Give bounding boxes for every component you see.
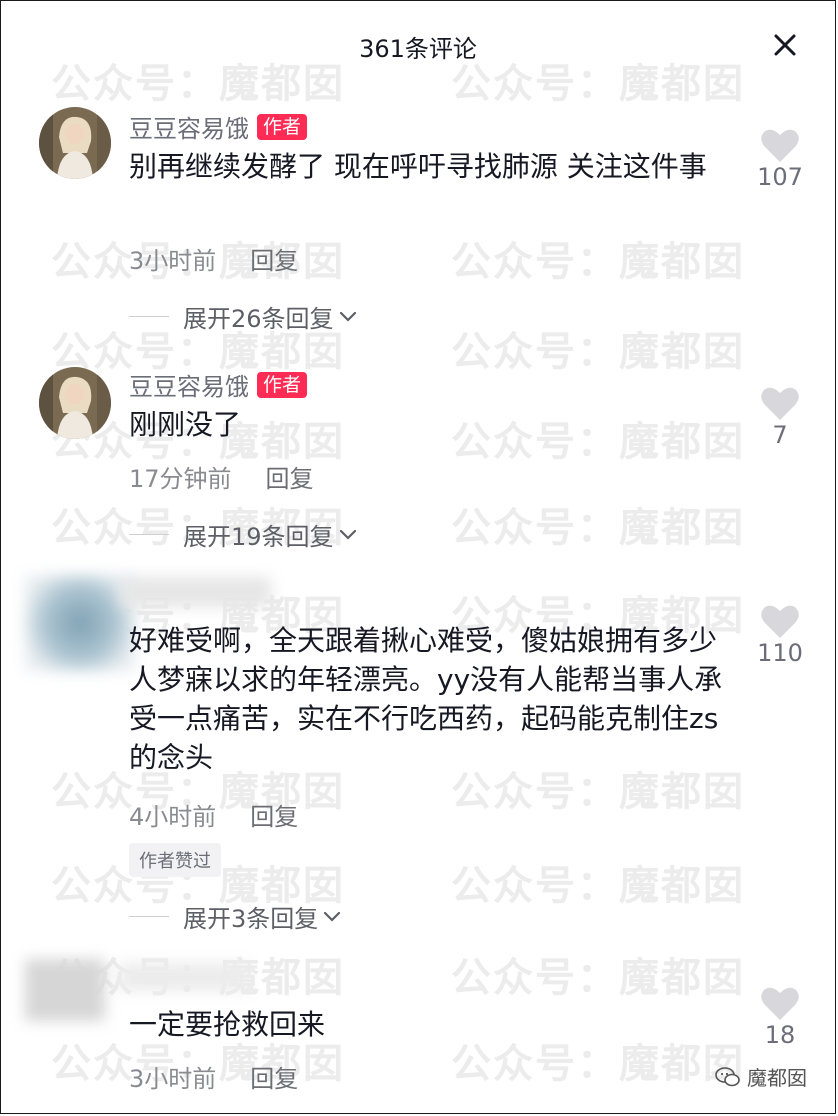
expand-replies-label: 展开19条回复	[183, 523, 334, 551]
liked-by-author-badge: 作者赞过	[129, 843, 221, 877]
comment-text: 好难受啊，全天跟着揪心难受，傻姑娘拥有多少人梦寐以求的年轻漂亮。yy没有人能帮当…	[129, 624, 723, 774]
heart-icon	[761, 387, 799, 420]
like-count: 18	[764, 1021, 796, 1049]
expand-replies-label: 展开26条回复	[183, 305, 334, 333]
blurred-username	[119, 963, 249, 991]
blurred-username	[121, 577, 271, 607]
watermark: 公众号：魔都囡	[451, 329, 745, 375]
like-count: 7	[772, 421, 788, 449]
comments-panel: 公众号：魔都囡 公众号：魔都囡 公众号：魔都囡 公众号：魔都囡 公众号：魔都囡 …	[0, 0, 836, 1114]
watermark: 公众号：魔都囡	[451, 505, 745, 551]
comment-time: 4小时前	[129, 803, 217, 831]
watermark: 公众号：魔都囡	[451, 863, 745, 909]
heart-icon	[761, 605, 799, 638]
comment-count-title: 361条评论	[359, 35, 477, 63]
reply-button[interactable]: 回复	[250, 1059, 298, 1094]
close-button[interactable]	[771, 31, 799, 59]
comment-time: 3小时前	[129, 1065, 217, 1093]
expand-replies-button[interactable]: 展开19条回复	[129, 517, 358, 552]
comment-text: 刚刚没了	[129, 408, 242, 441]
like-count: 107	[757, 163, 803, 191]
comment-text: 一定要抢救回来	[129, 1008, 326, 1041]
expand-replies-button[interactable]: 展开3条回复	[129, 899, 342, 934]
chevron-down-icon	[339, 311, 356, 322]
chevron-down-icon	[339, 529, 356, 540]
watermark: 公众号：魔都囡	[451, 955, 745, 1001]
wechat-icon	[715, 1066, 740, 1086]
reply-button[interactable]: 回复	[250, 797, 298, 832]
blurred-avatar	[25, 575, 135, 671]
author-badge: 作者	[257, 371, 308, 398]
expand-replies-label: 展开3条回复	[183, 905, 319, 933]
watermark: 公众号：魔都囡	[451, 239, 745, 285]
username[interactable]: 豆豆容易饿	[129, 109, 249, 144]
username[interactable]: 豆豆容易饿	[129, 367, 249, 402]
author-badge: 作者	[257, 113, 308, 140]
divider	[129, 916, 169, 917]
comment-text: 别再继续发酵了 现在呼吁寻找肺源 关注这件事	[129, 150, 707, 183]
divider	[129, 534, 169, 535]
like-button[interactable]: 7	[755, 385, 805, 449]
avatar[interactable]	[39, 107, 111, 179]
like-button[interactable]: 110	[755, 603, 805, 667]
heart-icon	[761, 129, 799, 162]
reply-button[interactable]: 回复	[266, 459, 314, 494]
comment-time: 3小时前	[129, 247, 217, 275]
reply-button[interactable]: 回复	[250, 241, 298, 276]
logo-text: 魔都囡	[747, 1066, 807, 1090]
divider	[129, 316, 169, 317]
blurred-avatar	[25, 959, 105, 1021]
comment-time: 17分钟前	[129, 465, 232, 493]
avatar[interactable]	[39, 367, 111, 439]
wechat-logo: 魔都囡	[715, 1062, 807, 1091]
chevron-down-icon	[324, 911, 341, 922]
like-button[interactable]: 107	[755, 127, 805, 191]
expand-replies-button[interactable]: 展开26条回复	[129, 299, 358, 334]
close-icon	[774, 34, 796, 56]
heart-icon	[761, 987, 799, 1020]
like-button[interactable]: 18	[755, 985, 805, 1049]
like-count: 110	[757, 639, 803, 667]
